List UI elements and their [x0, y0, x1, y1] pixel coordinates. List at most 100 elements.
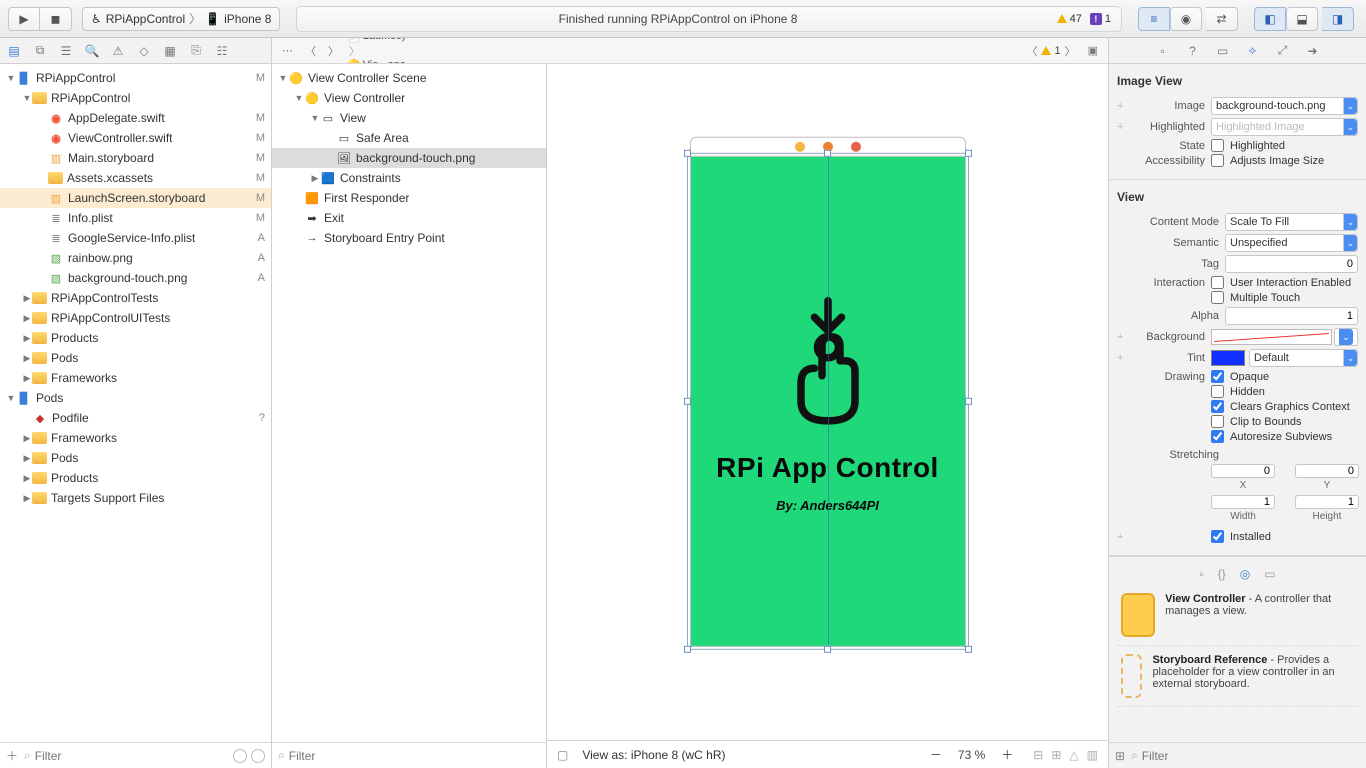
- outline-row[interactable]: ▼🟡View Controller: [272, 88, 546, 108]
- breakpoint-navigator-tab[interactable]: ⎘: [188, 43, 204, 58]
- stop-button[interactable]: ◼: [40, 7, 72, 31]
- jump-bar-crumb[interactable]: 📄Lau...se): [347, 38, 472, 43]
- tree-row[interactable]: ▶RPiAppControlUITests: [0, 308, 271, 328]
- drawing-checkbox[interactable]: [1211, 400, 1224, 413]
- tree-row[interactable]: ▧background-touch.png: [0, 268, 271, 288]
- highlighted-combobox[interactable]: Highlighted Image⌄: [1211, 118, 1358, 136]
- size-inspector-tab[interactable]: ⤢: [1275, 43, 1291, 58]
- image-combobox[interactable]: background-touch.png⌄: [1211, 97, 1358, 115]
- outline-row[interactable]: 🟧First Responder: [272, 188, 546, 208]
- tree-row[interactable]: ▶Pods: [0, 348, 271, 368]
- file-inspector-tab[interactable]: ▫: [1155, 44, 1171, 58]
- file-template-library-tab[interactable]: ▫: [1199, 567, 1203, 581]
- toggle-outline-button[interactable]: ▣: [1084, 44, 1102, 57]
- tree-row[interactable]: ▶Frameworks: [0, 428, 271, 448]
- project-tree[interactable]: ▼▉RPiAppControl▼RPiAppControl◉AppDelegat…: [0, 64, 271, 742]
- content-mode-select[interactable]: Scale To Fill⌄: [1225, 213, 1358, 231]
- tree-row[interactable]: ≣Info.plist: [0, 208, 271, 228]
- add-icon[interactable]: +: [1117, 100, 1127, 112]
- tree-row[interactable]: ▶Frameworks: [0, 368, 271, 388]
- tree-row[interactable]: ▥LaunchScreen.storyboard: [0, 188, 271, 208]
- device-config-button[interactable]: ▢: [557, 748, 568, 762]
- tree-row[interactable]: ▶Products: [0, 328, 271, 348]
- tag-input[interactable]: [1225, 255, 1358, 273]
- quick-help-tab[interactable]: ?: [1185, 44, 1201, 58]
- pin-button[interactable]: ⊞: [1051, 748, 1061, 762]
- toggle-navigator-button[interactable]: ◧: [1254, 7, 1286, 31]
- library-filter-input[interactable]: [1142, 749, 1360, 763]
- outline-filter-input[interactable]: [289, 749, 540, 763]
- drawing-checkbox[interactable]: [1211, 415, 1224, 428]
- tree-row[interactable]: ▼▉RPiAppControl: [0, 68, 271, 88]
- exit-icon[interactable]: [851, 142, 861, 152]
- align-button[interactable]: ⊟: [1033, 748, 1043, 762]
- tree-row[interactable]: ▼▉Pods: [0, 388, 271, 408]
- tree-row[interactable]: ▶Products: [0, 468, 271, 488]
- version-editor-button[interactable]: ⇄: [1206, 7, 1238, 31]
- errors-badge[interactable]: !1: [1090, 13, 1111, 25]
- background-color-well[interactable]: [1211, 329, 1332, 345]
- stretch-w-input[interactable]: [1211, 495, 1275, 509]
- object-library-tab[interactable]: ◎: [1240, 567, 1250, 581]
- tree-row[interactable]: ▧rainbow.png: [0, 248, 271, 268]
- view-controller-icon[interactable]: [795, 142, 805, 152]
- jump-bar[interactable]: ⋯ 〈 〉 🟦RPiAppControl〉📁RPi...trol〉📄Lau...…: [272, 38, 1108, 64]
- code-snippet-library-tab[interactable]: {}: [1218, 567, 1226, 581]
- first-responder-icon[interactable]: [823, 142, 833, 152]
- drawing-checkbox[interactable]: [1211, 370, 1224, 383]
- background-color-menu[interactable]: ⌄: [1334, 328, 1358, 346]
- stretch-y-input[interactable]: [1295, 464, 1359, 478]
- tint-swatch[interactable]: [1211, 350, 1245, 366]
- navigator-filter-input[interactable]: [35, 749, 229, 763]
- tree-row[interactable]: ◉ViewController.swift: [0, 128, 271, 148]
- run-button[interactable]: ▶: [8, 7, 40, 31]
- toggle-debug-area-button[interactable]: ⬓: [1286, 7, 1318, 31]
- outline-row[interactable]: ▶🟦Constraints: [272, 168, 546, 188]
- find-navigator-tab[interactable]: 🔍: [84, 44, 100, 58]
- test-navigator-tab[interactable]: ◇: [136, 44, 152, 58]
- resolve-issues-button[interactable]: △: [1069, 748, 1078, 762]
- outline-row[interactable]: ▼▭View: [272, 108, 546, 128]
- outline-row[interactable]: ▼🟡View Controller Scene: [272, 68, 546, 88]
- assistant-editor-button[interactable]: ◉: [1170, 7, 1202, 31]
- launch-screen-view[interactable]: RPi App Control By: Anders644PI: [690, 157, 966, 647]
- view-as-label[interactable]: View as: iPhone 8 (wC hR): [582, 748, 930, 762]
- embed-button[interactable]: ▥: [1087, 748, 1098, 762]
- zoom-in-button[interactable]: ＋: [1001, 746, 1013, 763]
- issue-navigator-tab[interactable]: ⚠: [110, 44, 126, 58]
- drawing-checkbox[interactable]: [1211, 430, 1224, 443]
- alpha-input[interactable]: [1225, 307, 1358, 325]
- tree-row[interactable]: ≣GoogleService-Info.plist: [0, 228, 271, 248]
- recent-filter-toggle[interactable]: [233, 749, 247, 763]
- related-items-button[interactable]: ⋯: [278, 44, 297, 57]
- tree-row[interactable]: ◉AppDelegate.swift: [0, 108, 271, 128]
- tree-row[interactable]: ▶Pods: [0, 448, 271, 468]
- user-interaction-checkbox[interactable]: [1211, 276, 1224, 289]
- outline-row[interactable]: ▭Safe Area: [272, 128, 546, 148]
- zoom-level[interactable]: 73 %: [958, 748, 985, 762]
- add-icon[interactable]: +: [1117, 531, 1127, 543]
- outline-tree[interactable]: ▼🟡View Controller Scene▼🟡View Controller…: [272, 64, 546, 742]
- source-control-navigator-tab[interactable]: ⧉: [32, 43, 48, 58]
- stretch-x-input[interactable]: [1211, 464, 1275, 478]
- jump-bar-issues[interactable]: 〈 1 〉: [1022, 43, 1079, 59]
- tree-row[interactable]: ▶Targets Support Files: [0, 488, 271, 508]
- identity-inspector-tab[interactable]: ▭: [1215, 44, 1231, 58]
- tint-select[interactable]: Default⌄: [1249, 349, 1358, 367]
- highlighted-checkbox[interactable]: [1211, 139, 1224, 152]
- multiple-touch-checkbox[interactable]: [1211, 291, 1224, 304]
- add-icon[interactable]: +: [1117, 331, 1127, 343]
- outline-row[interactable]: ➡Exit: [272, 208, 546, 228]
- connections-inspector-tab[interactable]: ➜: [1305, 44, 1321, 58]
- library-item[interactable]: Storyboard Reference - Provides a placeh…: [1117, 646, 1358, 707]
- attributes-inspector-tab[interactable]: ⟡: [1245, 43, 1261, 58]
- report-navigator-tab[interactable]: ☷: [214, 44, 230, 58]
- canvas[interactable]: →: [547, 64, 1108, 740]
- tree-row[interactable]: ▥Main.storyboard: [0, 148, 271, 168]
- project-navigator-tab[interactable]: ▤: [6, 44, 22, 58]
- warnings-badge[interactable]: 47: [1057, 13, 1082, 25]
- tree-row[interactable]: ◆Podfile: [0, 408, 271, 428]
- add-button[interactable]: ＋: [6, 747, 18, 764]
- adjusts-image-size-checkbox[interactable]: [1211, 154, 1224, 167]
- symbol-navigator-tab[interactable]: ☰: [58, 44, 74, 58]
